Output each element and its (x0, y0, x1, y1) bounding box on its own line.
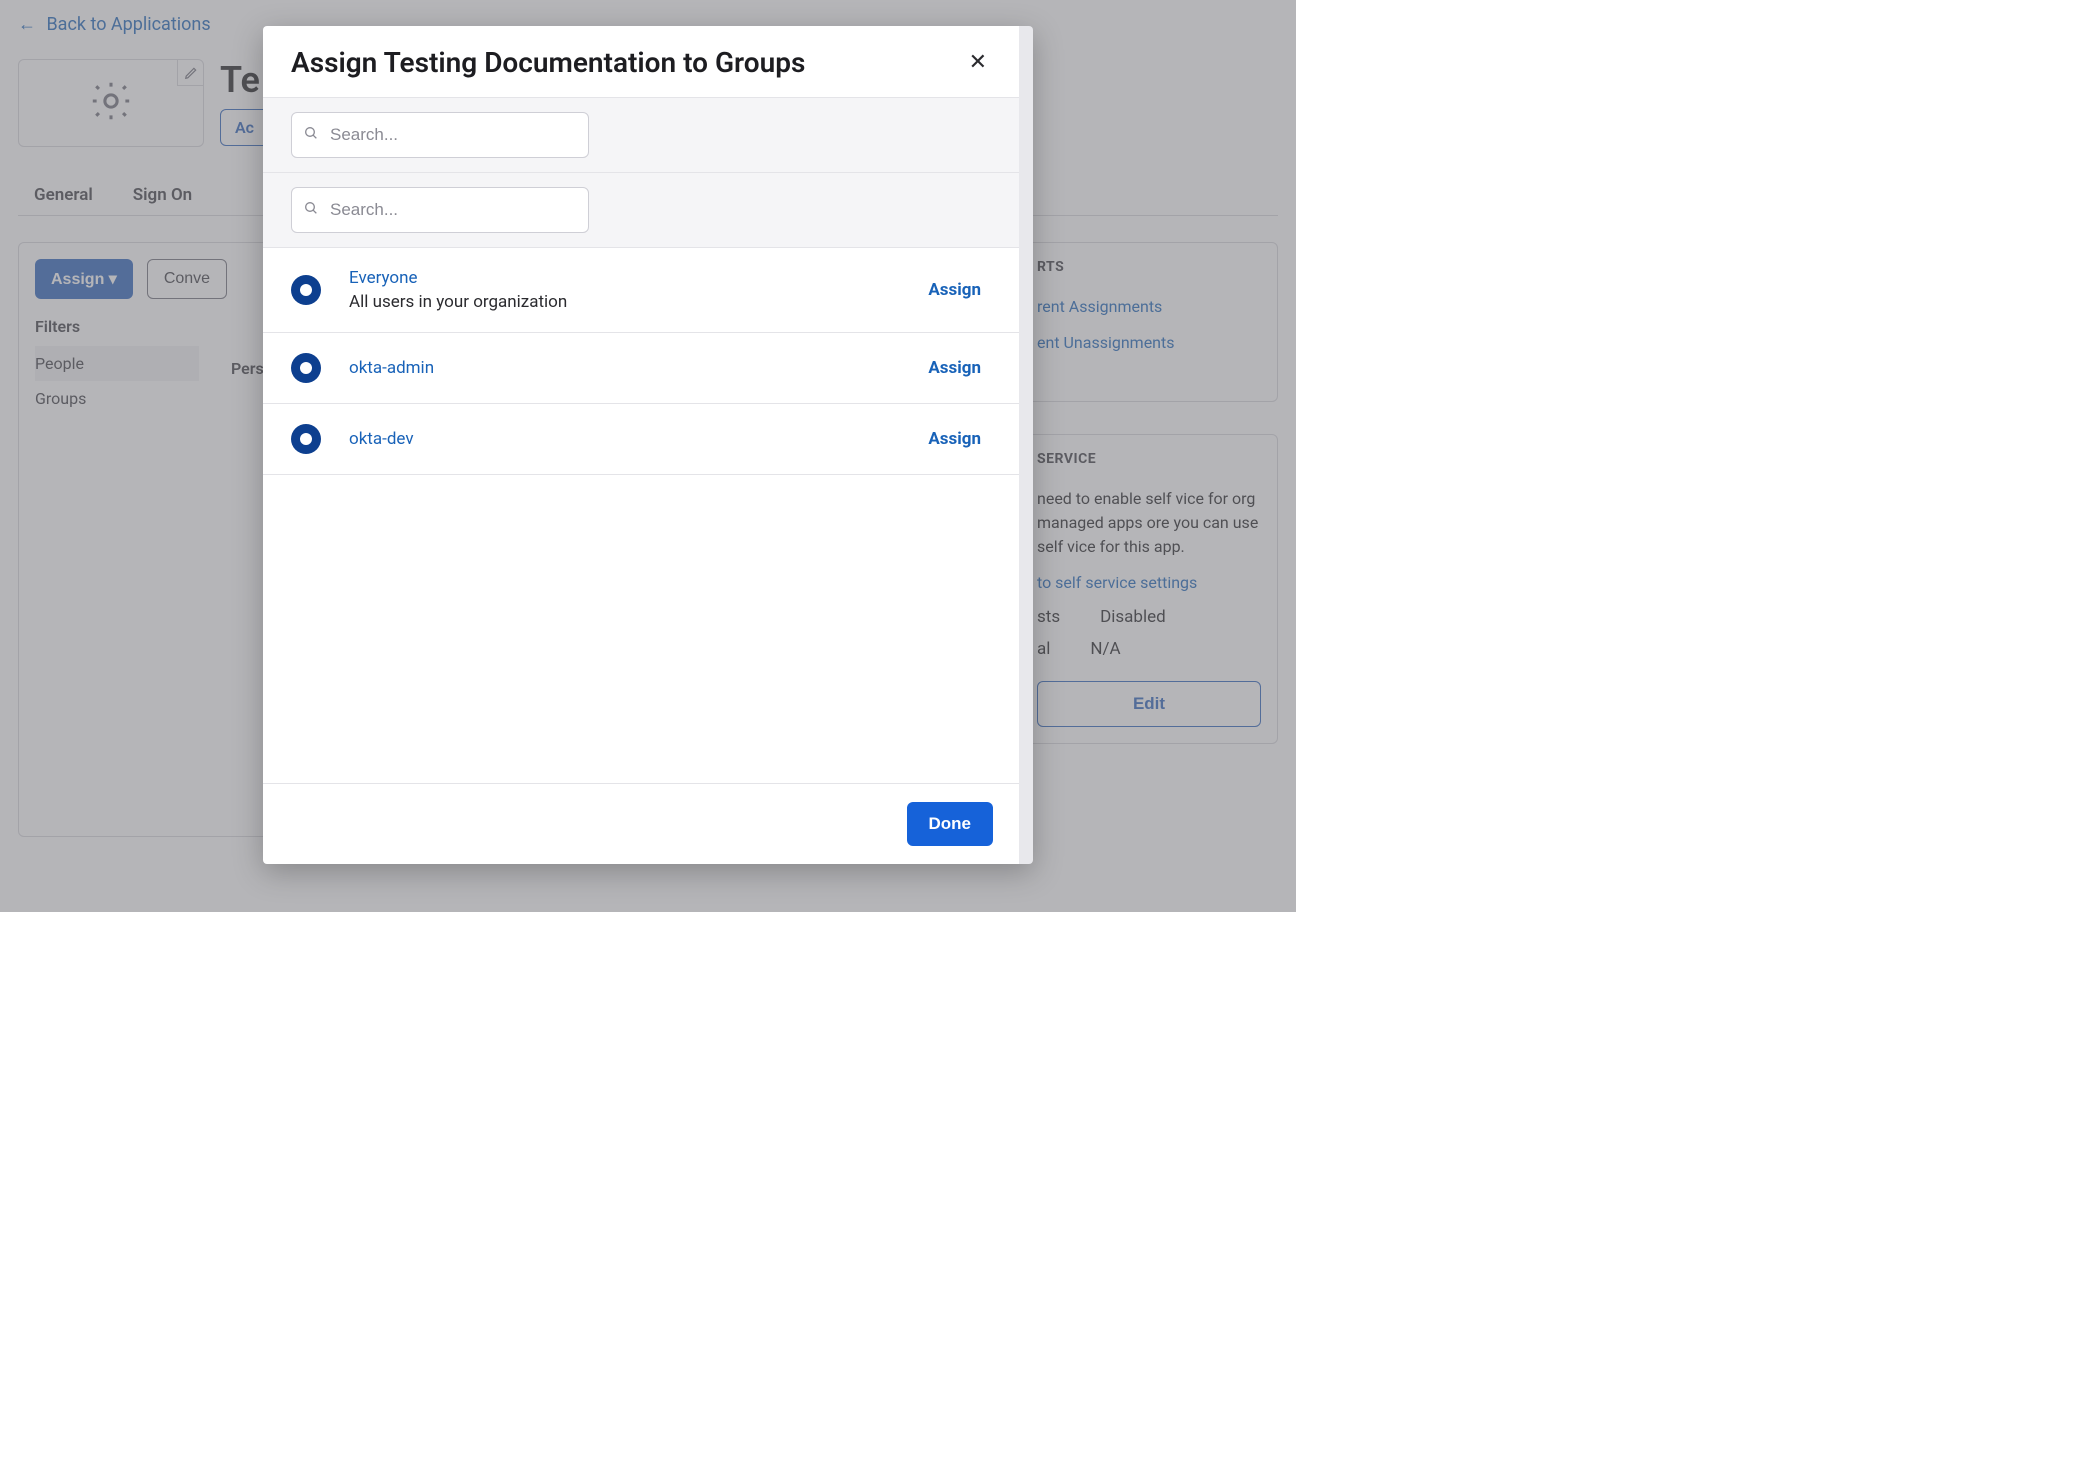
search-icon (303, 200, 319, 220)
assign-groups-modal: Assign Testing Documentation to Groups ✕ (263, 26, 1033, 864)
group-icon (291, 275, 321, 305)
group-row: okta-admin Assign (263, 333, 1019, 404)
modal-overlay: Assign Testing Documentation to Groups ✕ (0, 0, 1296, 912)
group-icon (291, 353, 321, 383)
search-input-1[interactable] (291, 112, 589, 158)
group-row: Everyone All users in your organization … (263, 248, 1019, 333)
close-icon[interactable]: ✕ (965, 46, 991, 79)
assign-group-button[interactable]: Assign (928, 429, 981, 449)
group-name-link[interactable]: okta-admin (349, 358, 928, 378)
group-name-link[interactable]: Everyone (349, 268, 928, 288)
group-row: okta-dev Assign (263, 404, 1019, 475)
group-name-link[interactable]: okta-dev (349, 429, 928, 449)
assign-group-button[interactable]: Assign (928, 358, 981, 378)
search-input-2[interactable] (291, 187, 589, 233)
done-button[interactable]: Done (907, 802, 994, 846)
group-icon (291, 424, 321, 454)
group-list: Everyone All users in your organization … (263, 248, 1019, 783)
search-icon (303, 125, 319, 145)
assign-group-button[interactable]: Assign (928, 280, 981, 300)
modal-title: Assign Testing Documentation to Groups (291, 46, 805, 79)
group-description: All users in your organization (349, 292, 928, 312)
